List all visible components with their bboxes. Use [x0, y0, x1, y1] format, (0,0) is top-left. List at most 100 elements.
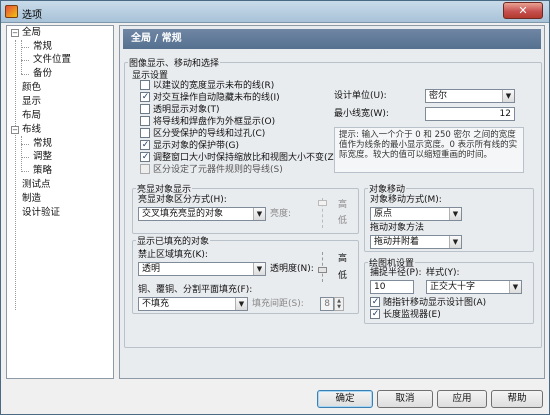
min-width-input[interactable]: 12 [425, 107, 515, 121]
move-mode-value: 原点 [374, 209, 393, 219]
highlight-mode-select[interactable]: 交叉填充亮显的对象 ▼ [138, 207, 266, 221]
checkbox-box[interactable] [140, 80, 150, 90]
checkbox-box[interactable] [140, 128, 150, 138]
checkbox-box[interactable] [140, 116, 150, 126]
tree-connector [21, 171, 29, 172]
tree-item-layout[interactable]: 布局 [22, 109, 41, 123]
tree-item-global[interactable]: 全局 [22, 26, 41, 40]
checkbox-component-rule-traces[interactable]: 区分设定了元器件规则的导线(S) [140, 164, 283, 176]
fill-spacing-input[interactable]: 8 [320, 297, 334, 311]
checkbox-show-guard-band[interactable]: 显示对象的保护带(G) [140, 140, 239, 152]
style-value: 正交大十字 [430, 282, 476, 292]
tree-item-adjust[interactable]: 调整 [33, 150, 52, 164]
checkbox-box[interactable] [140, 140, 150, 150]
dropdown-arrow-icon[interactable]: ▼ [449, 236, 461, 248]
checkbox-box[interactable] [140, 92, 150, 102]
checkbox-box[interactable] [140, 152, 150, 162]
dropdown-arrow-icon[interactable]: ▼ [502, 90, 514, 102]
checkbox-label: 透明显示对象(T) [153, 105, 220, 115]
design-units-value: 密尔 [429, 91, 448, 101]
highlight-mode-label: 亮显对象区分方式(H): [138, 195, 227, 205]
checkbox-box[interactable] [370, 309, 380, 319]
tree-item-backup[interactable]: 备份 [33, 67, 52, 81]
checkbox-length-monitor[interactable]: 长度监视器(E) [370, 309, 441, 321]
tree-item-manufacturing[interactable]: 制造 [22, 192, 41, 206]
transparency-low-label: 低 [338, 271, 348, 281]
transparency-high-label: 高 [338, 254, 348, 264]
ok-button[interactable]: 确定 [317, 390, 373, 408]
checkbox-keep-zoom-on-resize[interactable]: 调整窗口大小时保持缩放比和视图大小不变(Z) [140, 152, 337, 164]
keepout-fill-label: 禁止区域填充(K): [138, 250, 208, 260]
transparency-slider[interactable] [318, 267, 327, 273]
fill-spacing-label: 填充间距(S): [252, 299, 304, 309]
checkbox-label: 区分受保护的导线和过孔(C) [153, 129, 266, 139]
move-mode-select[interactable]: 原点 ▼ [370, 207, 462, 221]
options-window: 选项 ✕ − 全局 常规 文件位置 备份 颜色 显示 布局 − 布线 常规 调整… [0, 0, 550, 415]
dropdown-arrow-icon[interactable]: ▼ [253, 263, 265, 275]
app-icon [5, 5, 18, 18]
checkbox-auto-hide-unrouted[interactable]: 对交互操作自动隐藏未布的线(I) [140, 92, 280, 104]
keepout-fill-select[interactable]: 透明 ▼ [138, 262, 266, 276]
checkbox-label: 长度监视器(E) [383, 310, 441, 320]
tree-item-display[interactable]: 显示 [22, 95, 41, 109]
tree-connector [21, 47, 29, 48]
options-tree: − 全局 常规 文件位置 备份 颜色 显示 布局 − 布线 常规 调整 策略 测… [6, 25, 114, 379]
tree-connector [21, 60, 29, 61]
drag-method-value: 拖动并附着 [374, 237, 420, 247]
tree-connector [21, 144, 29, 145]
checkbox-distinguish-protected[interactable]: 区分受保护的导线和过孔(C) [140, 128, 265, 140]
copper-fill-select[interactable]: 不填充 ▼ [138, 297, 248, 311]
checkbox-label: 调整窗口大小时保持缩放比和视图大小不变(Z) [153, 153, 338, 163]
tree-connector [21, 136, 22, 170]
checkbox-transparent-objects[interactable]: 透明显示对象(T) [140, 104, 220, 116]
transparency-label: 透明度(N): [270, 264, 314, 274]
drag-method-label: 拖动对象方法 [370, 223, 425, 233]
brightness-high-label: 高 [338, 200, 348, 210]
cancel-button[interactable]: 取消 [377, 390, 433, 408]
tree-item-colors[interactable]: 颜色 [22, 81, 41, 95]
style-select[interactable]: 正交大十字 ▼ [426, 280, 522, 294]
tree-item-routing[interactable]: 布线 [22, 123, 41, 137]
checkbox-box[interactable] [370, 297, 380, 307]
tree-item-file-locations[interactable]: 文件位置 [33, 53, 71, 67]
keepout-fill-value: 透明 [142, 264, 161, 274]
close-button[interactable]: ✕ [503, 2, 543, 19]
snap-radius-label: 捕捉半径(P): [370, 268, 422, 278]
apply-button[interactable]: 应用 [437, 390, 487, 408]
min-width-label: 最小线宽(W): [334, 109, 389, 119]
checkbox-show-unrouted-width[interactable]: 以建议的宽度显示未布的线(R) [140, 80, 274, 92]
spin-arrows-icon[interactable]: ▲ ▼ [334, 297, 344, 311]
title-bar[interactable]: 选项 ✕ [1, 1, 549, 23]
collapse-icon[interactable]: − [11, 29, 19, 37]
options-panel: 全局 / 常规 图像显示、移动和选择 显示设置 以建议的宽度显示未布的线(R) … [119, 25, 545, 379]
tree-connector [15, 40, 16, 310]
help-button[interactable]: 帮助 [491, 390, 543, 408]
min-width-hint: 提示: 输入一个介于 0 和 250 密尔 之间的宽度值作为线条的最小显示宽度。… [334, 127, 524, 173]
brightness-slider[interactable] [318, 200, 327, 206]
highlight-mode-value: 交叉填充亮显的对象 [142, 209, 224, 219]
tree-item-routing-general[interactable]: 常规 [33, 137, 52, 151]
tree-item-test-points[interactable]: 测试点 [22, 178, 51, 192]
tree-item-strategy[interactable]: 策略 [33, 164, 52, 178]
dropdown-arrow-icon[interactable]: ▼ [235, 298, 247, 310]
design-units-select[interactable]: 密尔 ▼ [425, 89, 515, 103]
snap-radius-input[interactable]: 10 [370, 280, 414, 294]
checkbox-box[interactable] [140, 104, 150, 114]
window-title: 选项 [22, 10, 42, 21]
brightness-low-label: 低 [338, 216, 348, 226]
brightness-label: 亮度: [270, 209, 292, 219]
checkbox-box[interactable] [140, 164, 150, 174]
dropdown-arrow-icon[interactable]: ▼ [449, 208, 461, 220]
collapse-icon[interactable]: − [11, 126, 19, 134]
checkbox-show-design-on-move[interactable]: 随指针移动显示设计图(A) [370, 297, 486, 309]
tree-item-design-verification[interactable]: 设计验证 [22, 206, 60, 220]
checkbox-label: 以建议的宽度显示未布的线(R) [153, 81, 275, 91]
copper-fill-label: 铜、覆铜、分割平面填充(F): [138, 285, 253, 295]
checkbox-outline-traces-pads[interactable]: 将导线和焊盘作为外框显示(O) [140, 116, 275, 128]
dropdown-arrow-icon[interactable]: ▼ [253, 208, 265, 220]
tree-item-general[interactable]: 常规 [33, 40, 52, 54]
dropdown-arrow-icon[interactable]: ▼ [509, 281, 521, 293]
checkbox-label: 显示对象的保护带(G) [153, 141, 239, 151]
copper-fill-value: 不填充 [142, 299, 170, 309]
drag-method-select[interactable]: 拖动并附着 ▼ [370, 235, 462, 249]
